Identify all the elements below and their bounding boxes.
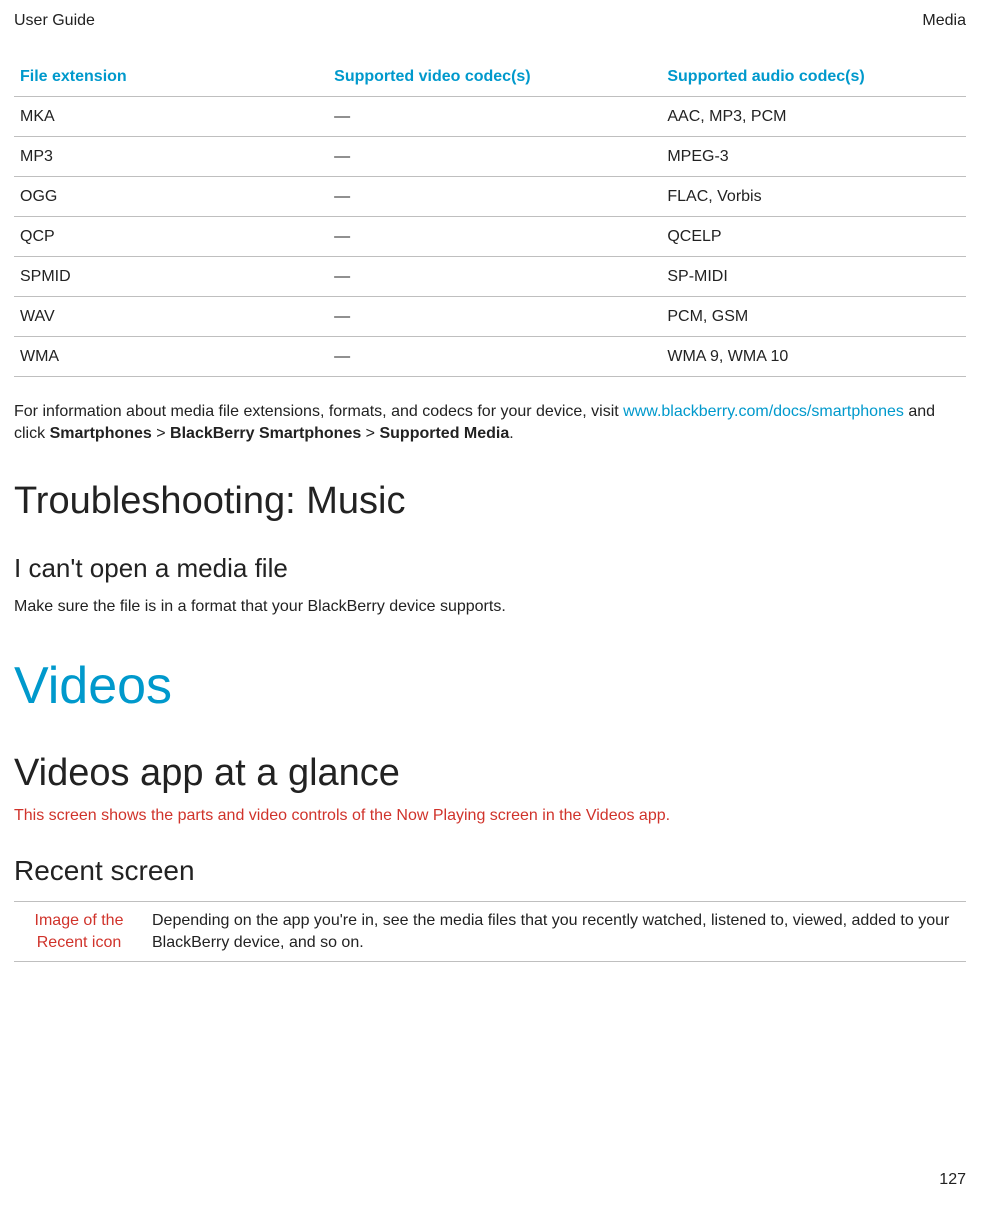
cell-ext: QCP: [14, 217, 328, 257]
cell-audio: PCM, GSM: [661, 297, 966, 337]
info-sep2: >: [361, 425, 379, 442]
table-row: MP3—MPEG-3: [14, 137, 966, 177]
codecs-header-ext: File extension: [14, 58, 328, 97]
codecs-header-video: Supported video codec(s): [328, 58, 661, 97]
cell-audio: AAC, MP3, PCM: [661, 97, 966, 137]
header-left: User Guide: [14, 12, 95, 30]
videos-heading: Videos: [14, 656, 966, 716]
table-row: MKA—AAC, MP3, PCM: [14, 97, 966, 137]
cell-audio: QCELP: [661, 217, 966, 257]
cell-video: —: [328, 137, 661, 177]
cell-ext: WMA: [14, 337, 328, 377]
recent-icon-cell: Image of the Recent icon: [14, 902, 144, 962]
cell-audio: FLAC, Vorbis: [661, 177, 966, 217]
info-pre: For information about media file extensi…: [14, 403, 623, 420]
table-row: QCP—QCELP: [14, 217, 966, 257]
recent-heading: Recent screen: [14, 855, 966, 887]
info-b1: Smartphones: [50, 425, 152, 442]
recent-text: Depending on the app you're in, see the …: [144, 902, 966, 962]
videos-glance-note: This screen shows the parts and video co…: [14, 807, 966, 825]
info-paragraph: For information about media file extensi…: [14, 401, 966, 444]
info-period: .: [509, 425, 513, 442]
codecs-header-audio: Supported audio codec(s): [661, 58, 966, 97]
info-b2: BlackBerry Smartphones: [170, 425, 361, 442]
table-row: WMA—WMA 9, WMA 10: [14, 337, 966, 377]
page-number: 127: [939, 1171, 966, 1189]
info-b3: Supported Media: [379, 425, 509, 442]
troubleshooting-subhead: I can't open a media file: [14, 553, 966, 584]
cell-video: —: [328, 257, 661, 297]
table-row: SPMID—SP-MIDI: [14, 257, 966, 297]
cell-video: —: [328, 97, 661, 137]
videos-glance-heading: Videos app at a glance: [14, 752, 966, 795]
header-right: Media: [922, 12, 966, 30]
cell-video: —: [328, 217, 661, 257]
table-row: OGG—FLAC, Vorbis: [14, 177, 966, 217]
troubleshooting-body: Make sure the file is in a format that y…: [14, 598, 966, 616]
cell-audio: SP-MIDI: [661, 257, 966, 297]
cell-ext: SPMID: [14, 257, 328, 297]
codecs-table: File extension Supported video codec(s) …: [14, 58, 966, 377]
info-sep1: >: [152, 425, 170, 442]
recent-table: Image of the Recent icon Depending on th…: [14, 901, 966, 962]
cell-audio: WMA 9, WMA 10: [661, 337, 966, 377]
cell-ext: OGG: [14, 177, 328, 217]
cell-video: —: [328, 337, 661, 377]
info-link[interactable]: www.blackberry.com/docs/smartphones: [623, 403, 904, 420]
page-header: User Guide Media: [14, 12, 966, 30]
cell-ext: MP3: [14, 137, 328, 177]
cell-ext: WAV: [14, 297, 328, 337]
cell-audio: MPEG-3: [661, 137, 966, 177]
troubleshooting-title: Troubleshooting: Music: [14, 480, 966, 523]
cell-video: —: [328, 177, 661, 217]
table-row: WAV—PCM, GSM: [14, 297, 966, 337]
cell-video: —: [328, 297, 661, 337]
cell-ext: MKA: [14, 97, 328, 137]
